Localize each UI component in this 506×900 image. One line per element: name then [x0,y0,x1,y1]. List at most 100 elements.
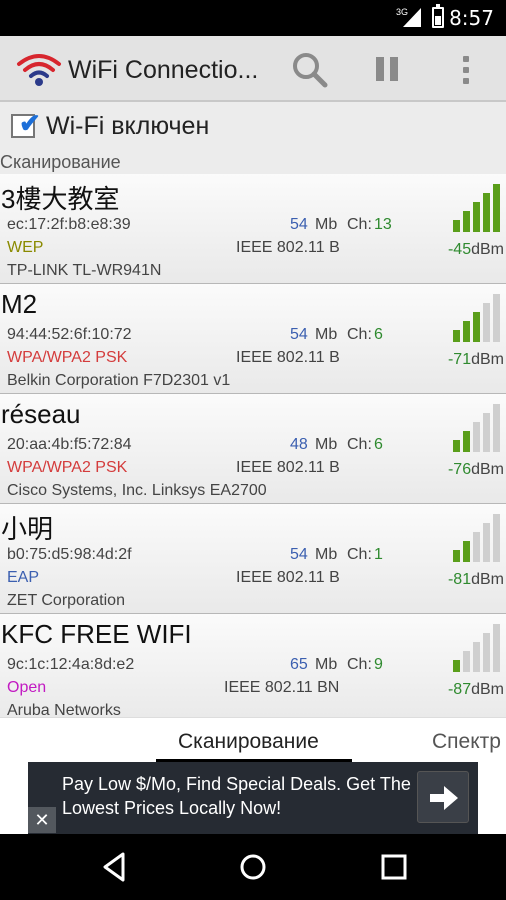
signal-bar [493,184,500,232]
network-standard: IEEE 802.11 BN [224,679,340,696]
signal-strength-icon [453,184,500,232]
network-standard: IEEE 802.11 B [236,459,340,476]
tab-scan[interactable]: Сканирование [178,730,319,754]
dbm-unit: dBm [471,351,504,368]
network-item[interactable]: M2 94:44:52:6f:10:72 54 Mb Ch: 6 WPA/WPA… [0,284,506,394]
speed-unit: Mb [315,656,338,673]
network-mac: 9c:1c:12:4a:8d:e2 [7,656,135,673]
network-signal-strength: -71dBm [448,351,504,369]
network-ssid: 3樓大教室 [1,184,120,214]
channel-label: Ch: [347,656,372,673]
network-standard: IEEE 802.11 B [236,349,340,366]
wifi-logo-icon [17,54,61,86]
search-button[interactable] [290,50,330,90]
signal-bar [493,294,500,342]
network-channel: 1 [374,546,383,563]
network-channel: 6 [374,436,383,453]
network-security: Open [7,679,47,696]
signal-bar [483,303,490,342]
ad-arrow-button[interactable] [417,771,469,823]
network-item[interactable]: réseau 20:aa:4b:f5:72:84 48 Mb Ch: 6 WPA… [0,394,506,504]
network-standard: IEEE 802.11 B [236,569,340,586]
wifi-checkbox[interactable]: ✔ [11,108,41,138]
network-item[interactable]: 3樓大教室 ec:17:2f:b8:e8:39 54 Mb Ch: 13 WEP… [0,174,506,284]
channel-label: Ch: [347,216,372,233]
signal-bar [453,660,460,672]
network-speed: 54 [290,326,308,343]
battery-icon [432,4,444,28]
back-icon[interactable] [97,850,131,884]
network-item[interactable]: 小明 b0:75:d5:98:4d:2f 54 Mb Ch: 1 EAP IEE… [0,504,506,614]
signal-bar [483,193,490,232]
close-icon[interactable]: ✕ [28,807,56,833]
signal-strength-icon [453,294,500,342]
network-vendor: Aruba Networks [7,702,121,717]
network-item[interactable]: KFC FREE WIFI 9c:1c:12:4a:8d:e2 65 Mb Ch… [0,614,506,717]
signal-bar [473,642,480,672]
signal-bar [473,532,480,562]
wifi-toggle[interactable]: ✔ Wi-Fi включен [0,102,506,148]
home-icon[interactable] [236,850,270,884]
network-vendor: Cisco Systems, Inc. Linksys EA2700 [7,482,267,499]
network-signal-strength: -45dBm [448,241,504,259]
navigation-bar [0,834,506,900]
network-standard: IEEE 802.11 B [236,239,340,256]
dbm-unit: dBm [471,241,504,258]
tab-bar: Сканирование Спектр [0,717,506,763]
network-speed: 54 [290,546,308,563]
pause-icon [376,57,384,81]
signal-bar [453,550,460,562]
recents-icon[interactable] [377,850,411,884]
channel-label: Ch: [347,546,372,563]
tab-spectrum[interactable]: Спектр [432,730,501,754]
arrow-right-icon [430,786,458,810]
signal-bar [483,413,490,452]
network-mac: ec:17:2f:b8:e8:39 [7,216,131,233]
signal-bar [463,651,470,672]
dbm-value: -45 [447,241,472,258]
speed-unit: Mb [315,436,338,453]
dbm-unit: dBm [471,681,504,698]
signal-bar [453,440,460,452]
signal-bar [473,422,480,452]
signal-bar [463,431,470,452]
signal-bar [463,211,470,232]
wifi-toggle-label: Wi-Fi включен [46,112,210,140]
dbm-value: -87 [447,681,472,698]
network-ssid: KFC FREE WIFI [1,619,192,649]
signal-strength-icon [453,404,500,452]
network-mac: 94:44:52:6f:10:72 [7,326,132,343]
overflow-menu-icon [463,78,469,84]
network-speed: 48 [290,436,308,453]
signal-bar [453,220,460,232]
ad-text: Pay Low $/Mo, Find Special Deals. Get Th… [62,774,411,818]
signal-strength-icon [453,624,500,672]
network-mac: b0:75:d5:98:4d:2f [7,546,132,563]
signal-bar [463,321,470,342]
signal-bar [493,514,500,562]
network-security: WPA/WPA2 PSK [7,349,128,366]
speed-unit: Mb [315,546,338,563]
speed-unit: Mb [315,216,338,233]
network-channel: 6 [374,326,383,343]
network-ssid: réseau [1,399,81,429]
signal-icon [403,8,421,27]
pause-icon [390,57,398,81]
clock: 8:57 [449,6,494,30]
network-speed: 65 [290,656,308,673]
signal-bar [473,202,480,232]
check-icon: ✔ [19,108,41,138]
signal-bar [483,633,490,672]
search-icon [293,53,328,88]
network-ssid: M2 [1,289,38,319]
signal-bar [463,541,470,562]
dbm-value: -76 [447,461,472,478]
ad-banner: Pay Low $/Mo, Find Special Deals. Get Th… [0,762,506,834]
pause-button[interactable] [368,50,408,90]
network-mac: 20:aa:4b:f5:72:84 [7,436,132,453]
section-header: Сканирование [0,152,121,172]
dbm-unit: dBm [471,461,504,478]
overflow-menu-button[interactable] [446,50,486,90]
speed-unit: Mb [315,326,338,343]
ad-content[interactable]: Pay Low $/Mo, Find Special Deals. Get Th… [28,762,478,834]
